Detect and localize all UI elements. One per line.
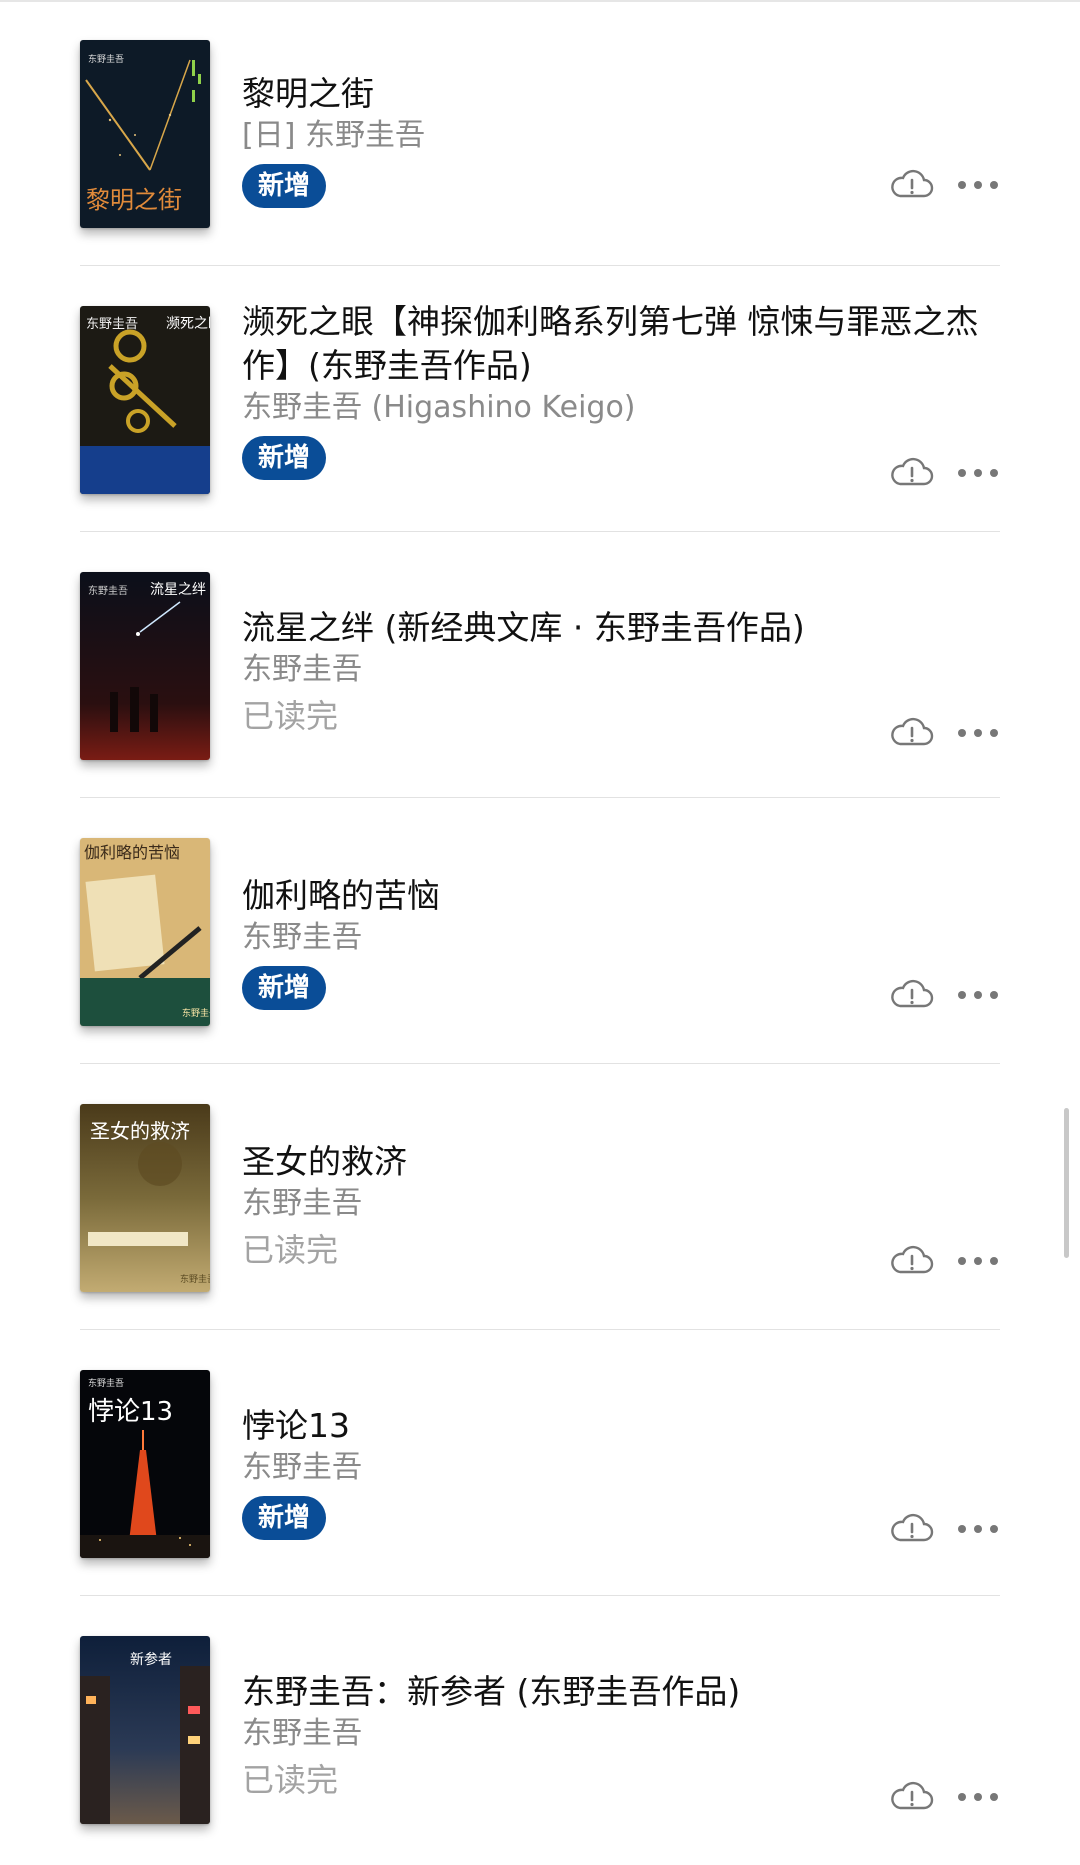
cloud-warning-icon[interactable] — [890, 1780, 934, 1814]
cover-title: 悖论13 — [88, 1397, 173, 1427]
cover-author: 东野圭吾 — [88, 1377, 124, 1389]
book-title: 濒死之眼【神探伽利略系列第七弹 惊悚与罪恶之杰作】(东野圭吾作品) — [242, 302, 979, 385]
book-row[interactable]: 东野圭吾 流星之绊 流星之绊 (新经典文库 · 东野圭吾作品) 东野圭吾 已读完 — [0, 532, 1080, 798]
book-row[interactable]: 圣女的救济 东野圭吾 圣女的救济 东野圭吾 已读完 — [0, 1064, 1080, 1330]
book-title: 黎明之街 — [242, 74, 374, 113]
cover-author: 东野圭吾 — [86, 317, 138, 332]
more-dots-icon[interactable] — [956, 1791, 1000, 1803]
book-title: 东野圭吾：新参者 (东野圭吾作品) — [242, 1672, 741, 1711]
book-author: 东野圭吾 — [242, 1186, 362, 1221]
book-row[interactable]: 新参者 东野圭吾：新参者 (东野圭吾作品) 东野圭吾 已读完 — [0, 1596, 1080, 1862]
book-cover[interactable]: 新参者 — [80, 1636, 210, 1824]
book-row[interactable]: 东野圭吾 黎明之街 黎明之街 [日] 东野圭吾 新增 — [0, 0, 1080, 266]
new-badge: 新增 — [242, 164, 327, 208]
book-list: 东野圭吾 黎明之街 黎明之街 [日] 东野圭吾 新增 东野圭吾 濒死之 濒死之眼… — [0, 0, 1080, 1865]
book-row[interactable]: 伽利略的苦恼 东野圭吾 伽利略的苦恼 东野圭吾 新增 — [0, 798, 1080, 1064]
book-cover[interactable]: 伽利略的苦恼 东野圭吾 — [80, 838, 210, 1026]
book-info: 悖论13 东野圭吾 新增 — [242, 1404, 1002, 1540]
book-cover[interactable]: 东野圭吾 悖论13 — [80, 1370, 210, 1558]
read-status: 已读完 — [242, 697, 339, 735]
cover-author: 东野圭吾 — [180, 1273, 210, 1285]
cloud-warning-icon[interactable] — [890, 1244, 934, 1278]
new-badge: 新增 — [242, 966, 327, 1010]
cover-title: 黎明之街 — [86, 186, 182, 214]
book-cover[interactable]: 圣女的救济 东野圭吾 — [80, 1104, 210, 1292]
new-badge: 新增 — [242, 1496, 327, 1540]
book-row[interactable]: 东野圭吾 濒死之眼 濒死之眼【神探伽利略系列第七弹 惊悚与罪恶之杰作】(东野圭吾… — [0, 266, 1080, 532]
cloud-warning-icon[interactable] — [890, 978, 934, 1012]
book-title: 圣女的救济 — [242, 1142, 407, 1181]
book-author: 东野圭吾 (Higashino Keigo) — [242, 390, 636, 425]
cover-title: 新参者 — [130, 1651, 172, 1668]
book-title: 悖论13 — [242, 1406, 350, 1445]
book-cover[interactable]: 东野圭吾 黎明之街 — [80, 40, 210, 228]
cover-author: 东野圭吾 — [88, 53, 124, 65]
scrollbar[interactable] — [1064, 1108, 1069, 1258]
more-dots-icon[interactable] — [956, 467, 1000, 479]
more-dots-icon[interactable] — [956, 1523, 1000, 1535]
book-author: 东野圭吾 — [242, 920, 362, 955]
read-status: 已读完 — [242, 1231, 339, 1269]
cover-title: 伽利略的苦恼 — [84, 843, 180, 862]
cover-title: 流星之绊 — [150, 582, 206, 598]
book-row[interactable]: 东野圭吾 悖论13 悖论13 东野圭吾 新增 — [0, 1330, 1080, 1596]
book-info: 流星之绊 (新经典文库 · 东野圭吾作品) 东野圭吾 已读完 — [242, 606, 1002, 738]
cover-author: 东野圭吾 — [88, 584, 128, 597]
cover-author: 东野圭吾 — [182, 1007, 210, 1019]
book-info: 濒死之眼【神探伽利略系列第七弹 惊悚与罪恶之杰作】(东野圭吾作品) 东野圭吾 (… — [242, 300, 1002, 480]
book-author: 东野圭吾 — [242, 1450, 362, 1485]
book-info: 黎明之街 [日] 东野圭吾 新增 — [242, 72, 1002, 208]
cloud-warning-icon[interactable] — [890, 716, 934, 750]
cover-title: 圣女的救济 — [90, 1119, 190, 1143]
book-title: 流星之绊 (新经典文库 · 东野圭吾作品) — [242, 608, 805, 647]
book-info: 东野圭吾：新参者 (东野圭吾作品) 东野圭吾 已读完 — [242, 1670, 1002, 1802]
book-info: 伽利略的苦恼 东野圭吾 新增 — [242, 874, 1002, 1010]
book-cover[interactable]: 东野圭吾 流星之绊 — [80, 572, 210, 760]
read-status: 已读完 — [242, 1761, 339, 1799]
book-author: 东野圭吾 — [242, 652, 362, 687]
book-cover[interactable]: 东野圭吾 濒死之眼 — [80, 306, 210, 494]
more-dots-icon[interactable] — [956, 727, 1000, 739]
book-info: 圣女的救济 东野圭吾 已读完 — [242, 1140, 1002, 1272]
cover-title: 濒死之眼 — [166, 316, 210, 332]
more-dots-icon[interactable] — [956, 1255, 1000, 1267]
book-title: 伽利略的苦恼 — [242, 876, 440, 915]
new-badge: 新增 — [242, 436, 327, 480]
book-author: [日] 东野圭吾 — [242, 118, 425, 153]
more-dots-icon[interactable] — [956, 179, 1000, 191]
cloud-warning-icon[interactable] — [890, 1512, 934, 1546]
more-dots-icon[interactable] — [956, 989, 1000, 1001]
book-author: 东野圭吾 — [242, 1716, 362, 1751]
cloud-warning-icon[interactable] — [890, 456, 934, 490]
cloud-warning-icon[interactable] — [890, 168, 934, 202]
